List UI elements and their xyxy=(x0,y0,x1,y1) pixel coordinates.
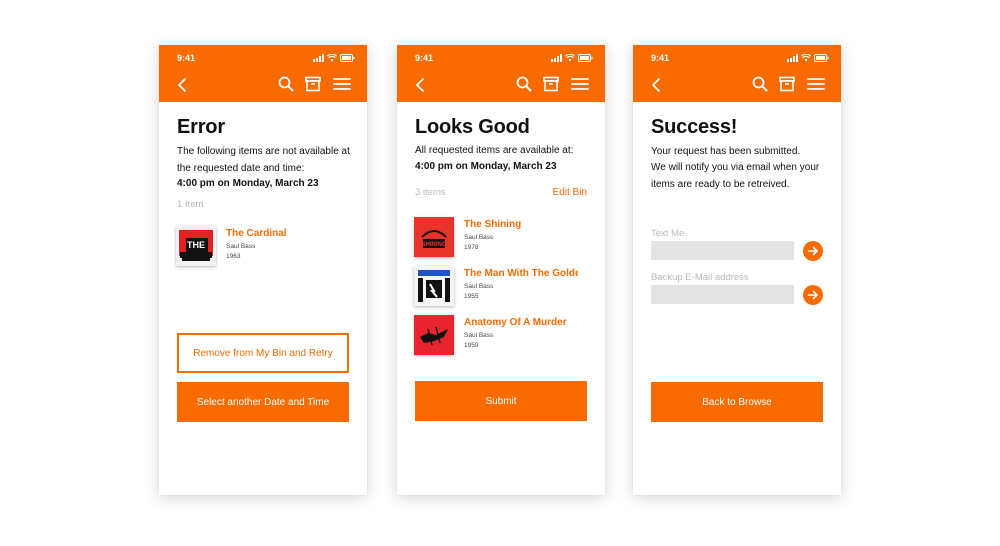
search-icon[interactable] xyxy=(515,75,533,93)
status-icons xyxy=(313,53,355,62)
page-title: Success! xyxy=(651,116,738,138)
back-chevron-icon[interactable] xyxy=(649,75,663,95)
page-title: Looks Good xyxy=(415,116,530,138)
back-chevron-icon[interactable] xyxy=(413,75,427,95)
item-title[interactable]: The Cardinal xyxy=(226,228,340,239)
item-author: Saul Bass xyxy=(464,234,494,241)
looks-good-screen: 9:41 Looks Good All requested items are … xyxy=(397,45,605,495)
battery-icon xyxy=(340,53,355,62)
list-item[interactable]: Anatomy Of A Murder Saul Bass 1959 xyxy=(414,315,594,357)
item-year: 1955 xyxy=(464,293,479,300)
nav-bar xyxy=(633,73,841,99)
signal-icon xyxy=(313,53,324,62)
success-message-line1: Your request has been submitted. xyxy=(651,146,801,157)
item-count: 3 items xyxy=(415,187,446,198)
wifi-icon xyxy=(565,53,575,62)
success-message-line2: We will notify you via email when your i… xyxy=(651,162,820,190)
app-header: 9:41 xyxy=(397,45,605,102)
page-title: Error xyxy=(177,116,225,138)
signal-icon xyxy=(551,53,562,62)
battery-icon xyxy=(814,53,829,62)
signal-icon xyxy=(787,53,798,62)
poster-thumbnail: THE xyxy=(176,226,216,266)
text-me-submit-button[interactable] xyxy=(803,241,823,261)
back-chevron-icon[interactable] xyxy=(175,75,189,95)
item-year: 1959 xyxy=(464,342,479,349)
hamburger-menu-icon[interactable] xyxy=(570,75,590,93)
item-year: 1963 xyxy=(226,253,241,260)
status-time: 9:41 xyxy=(177,53,196,63)
list-item[interactable]: The Man With The Golden Arm Saul Bass 19… xyxy=(414,266,594,308)
poster-thumbnail xyxy=(414,266,454,306)
requested-datetime: 4:00 pm on Monday, March 23 xyxy=(177,178,319,189)
error-screen: 9:41 Error The following items are not a… xyxy=(159,45,367,495)
archive-box-icon[interactable] xyxy=(304,75,322,93)
edit-bin-link[interactable]: Edit Bin xyxy=(553,187,587,198)
item-year: 1978 xyxy=(464,244,479,251)
item-author: Saul Bass xyxy=(464,332,494,339)
svg-text:SHINING: SHINING xyxy=(421,242,446,248)
search-icon[interactable] xyxy=(277,75,295,93)
nav-bar xyxy=(159,73,367,99)
nav-bar xyxy=(397,73,605,99)
hamburger-menu-icon[interactable] xyxy=(806,75,826,93)
submit-button[interactable]: Submit xyxy=(415,381,587,421)
error-message: The following items are not available at… xyxy=(177,146,350,174)
item-title[interactable]: Anatomy Of A Murder xyxy=(464,317,578,328)
app-header: 9:41 xyxy=(159,45,367,102)
battery-icon xyxy=(578,53,593,62)
status-icons xyxy=(551,53,593,62)
email-field[interactable] xyxy=(651,285,794,304)
email-submit-button[interactable] xyxy=(803,285,823,305)
wifi-icon xyxy=(327,53,337,62)
list-item[interactable]: THE The Cardinal Saul Bass 1963 xyxy=(176,226,356,268)
app-header: 9:41 xyxy=(633,45,841,102)
archive-box-icon[interactable] xyxy=(778,75,796,93)
search-icon[interactable] xyxy=(751,75,769,93)
arrow-right-icon xyxy=(807,290,818,300)
item-title[interactable]: The Shining xyxy=(464,219,578,230)
list-item[interactable]: SHINING The Shining Saul Bass 1978 xyxy=(414,217,594,259)
remove-and-retry-button[interactable]: Remove from My Bin and Retry xyxy=(177,333,349,373)
item-author: Saul Bass xyxy=(226,243,256,250)
success-screen: 9:41 Success! Your request has been subm… xyxy=(633,45,841,495)
status-time: 9:41 xyxy=(415,53,434,63)
status-icons xyxy=(787,53,829,62)
text-me-field[interactable] xyxy=(651,241,794,260)
archive-box-icon[interactable] xyxy=(542,75,560,93)
arrow-right-icon xyxy=(807,246,818,256)
wifi-icon xyxy=(801,53,811,62)
item-author: Saul Bass xyxy=(464,283,494,290)
text-me-label: Text Me xyxy=(651,228,685,239)
hamburger-menu-icon[interactable] xyxy=(332,75,352,93)
status-time: 9:41 xyxy=(651,53,670,63)
svg-text:THE: THE xyxy=(187,240,205,250)
select-date-time-button[interactable]: Select another Date and Time xyxy=(177,382,349,422)
poster-thumbnail xyxy=(414,315,454,355)
email-label: Backup E-Mail address xyxy=(651,272,749,283)
requested-datetime: 4:00 pm on Monday, March 23 xyxy=(415,161,557,172)
item-count: 1 Item xyxy=(177,199,204,210)
item-title[interactable]: The Man With The Golden Arm xyxy=(464,268,578,279)
back-to-browse-button[interactable]: Back to Browse xyxy=(651,382,823,422)
poster-thumbnail: SHINING xyxy=(414,217,454,257)
availability-message: All requested items are available at: xyxy=(415,145,574,156)
